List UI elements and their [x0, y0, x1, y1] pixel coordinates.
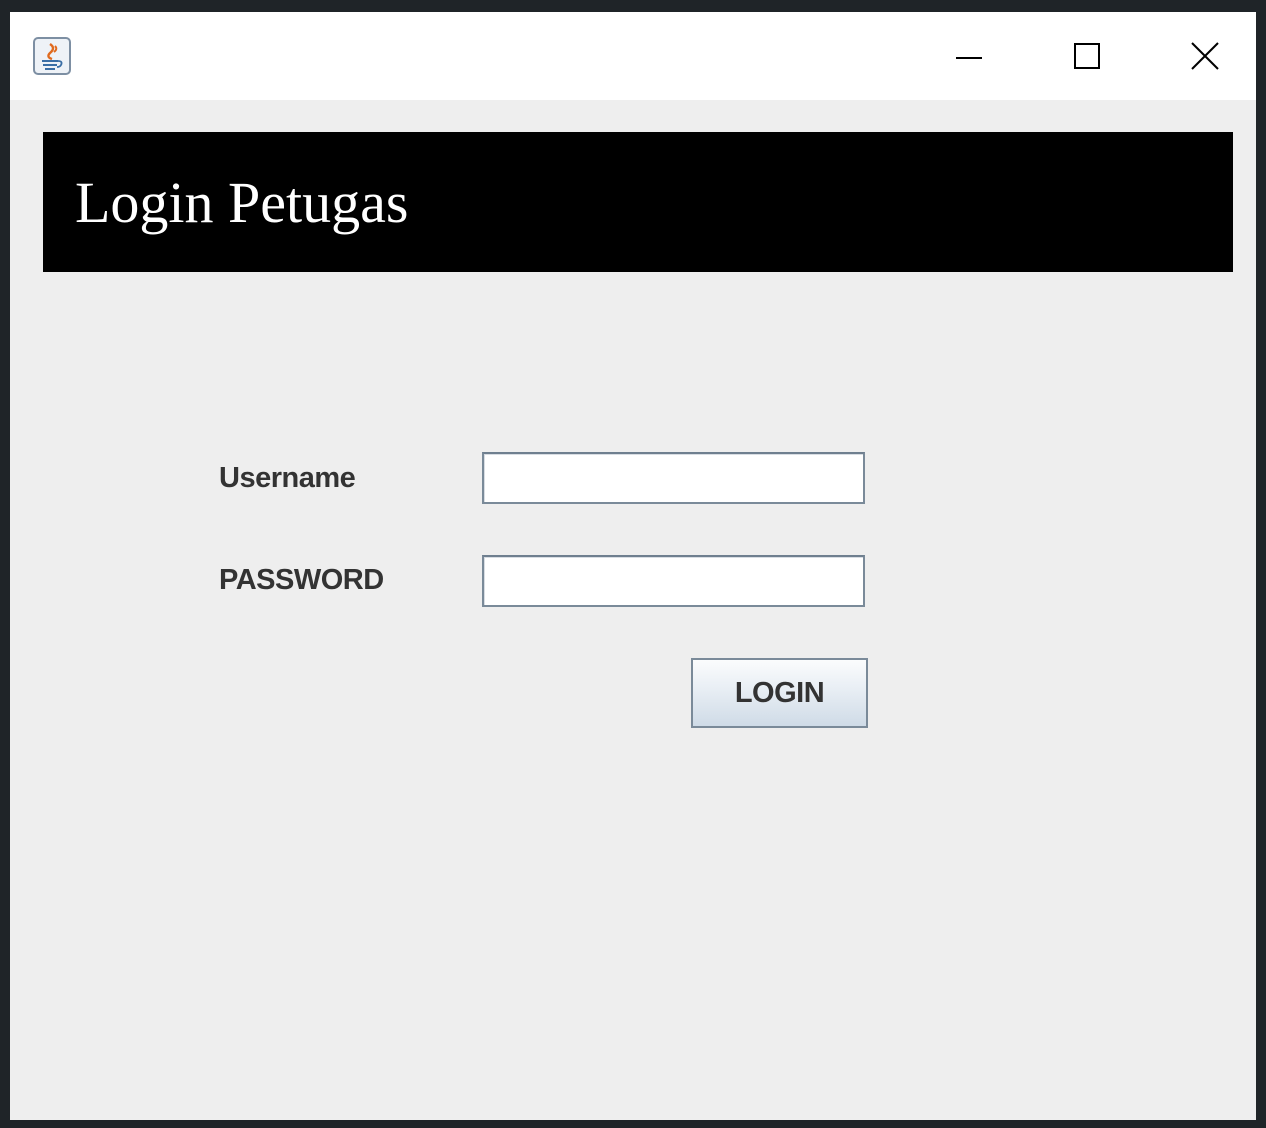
minimize-button[interactable] — [910, 12, 1028, 100]
minimize-icon — [956, 57, 982, 59]
java-app-icon[interactable] — [32, 36, 72, 76]
page-title: Login Petugas — [75, 170, 409, 235]
username-label: Username — [219, 462, 356, 494]
title-bar[interactable] — [10, 12, 1256, 100]
login-button[interactable]: LOGIN — [691, 658, 868, 728]
maximize-icon — [1074, 43, 1100, 69]
header-banner: Login Petugas — [43, 132, 1233, 272]
maximize-button[interactable] — [1028, 12, 1146, 100]
username-field[interactable] — [482, 452, 865, 504]
password-label: PASSWORD — [219, 564, 384, 596]
app-window: Login Petugas Username PASSWORD LOGIN — [8, 10, 1258, 1122]
password-field[interactable] — [482, 555, 865, 607]
close-button[interactable] — [1146, 12, 1264, 100]
close-icon — [1191, 42, 1219, 70]
